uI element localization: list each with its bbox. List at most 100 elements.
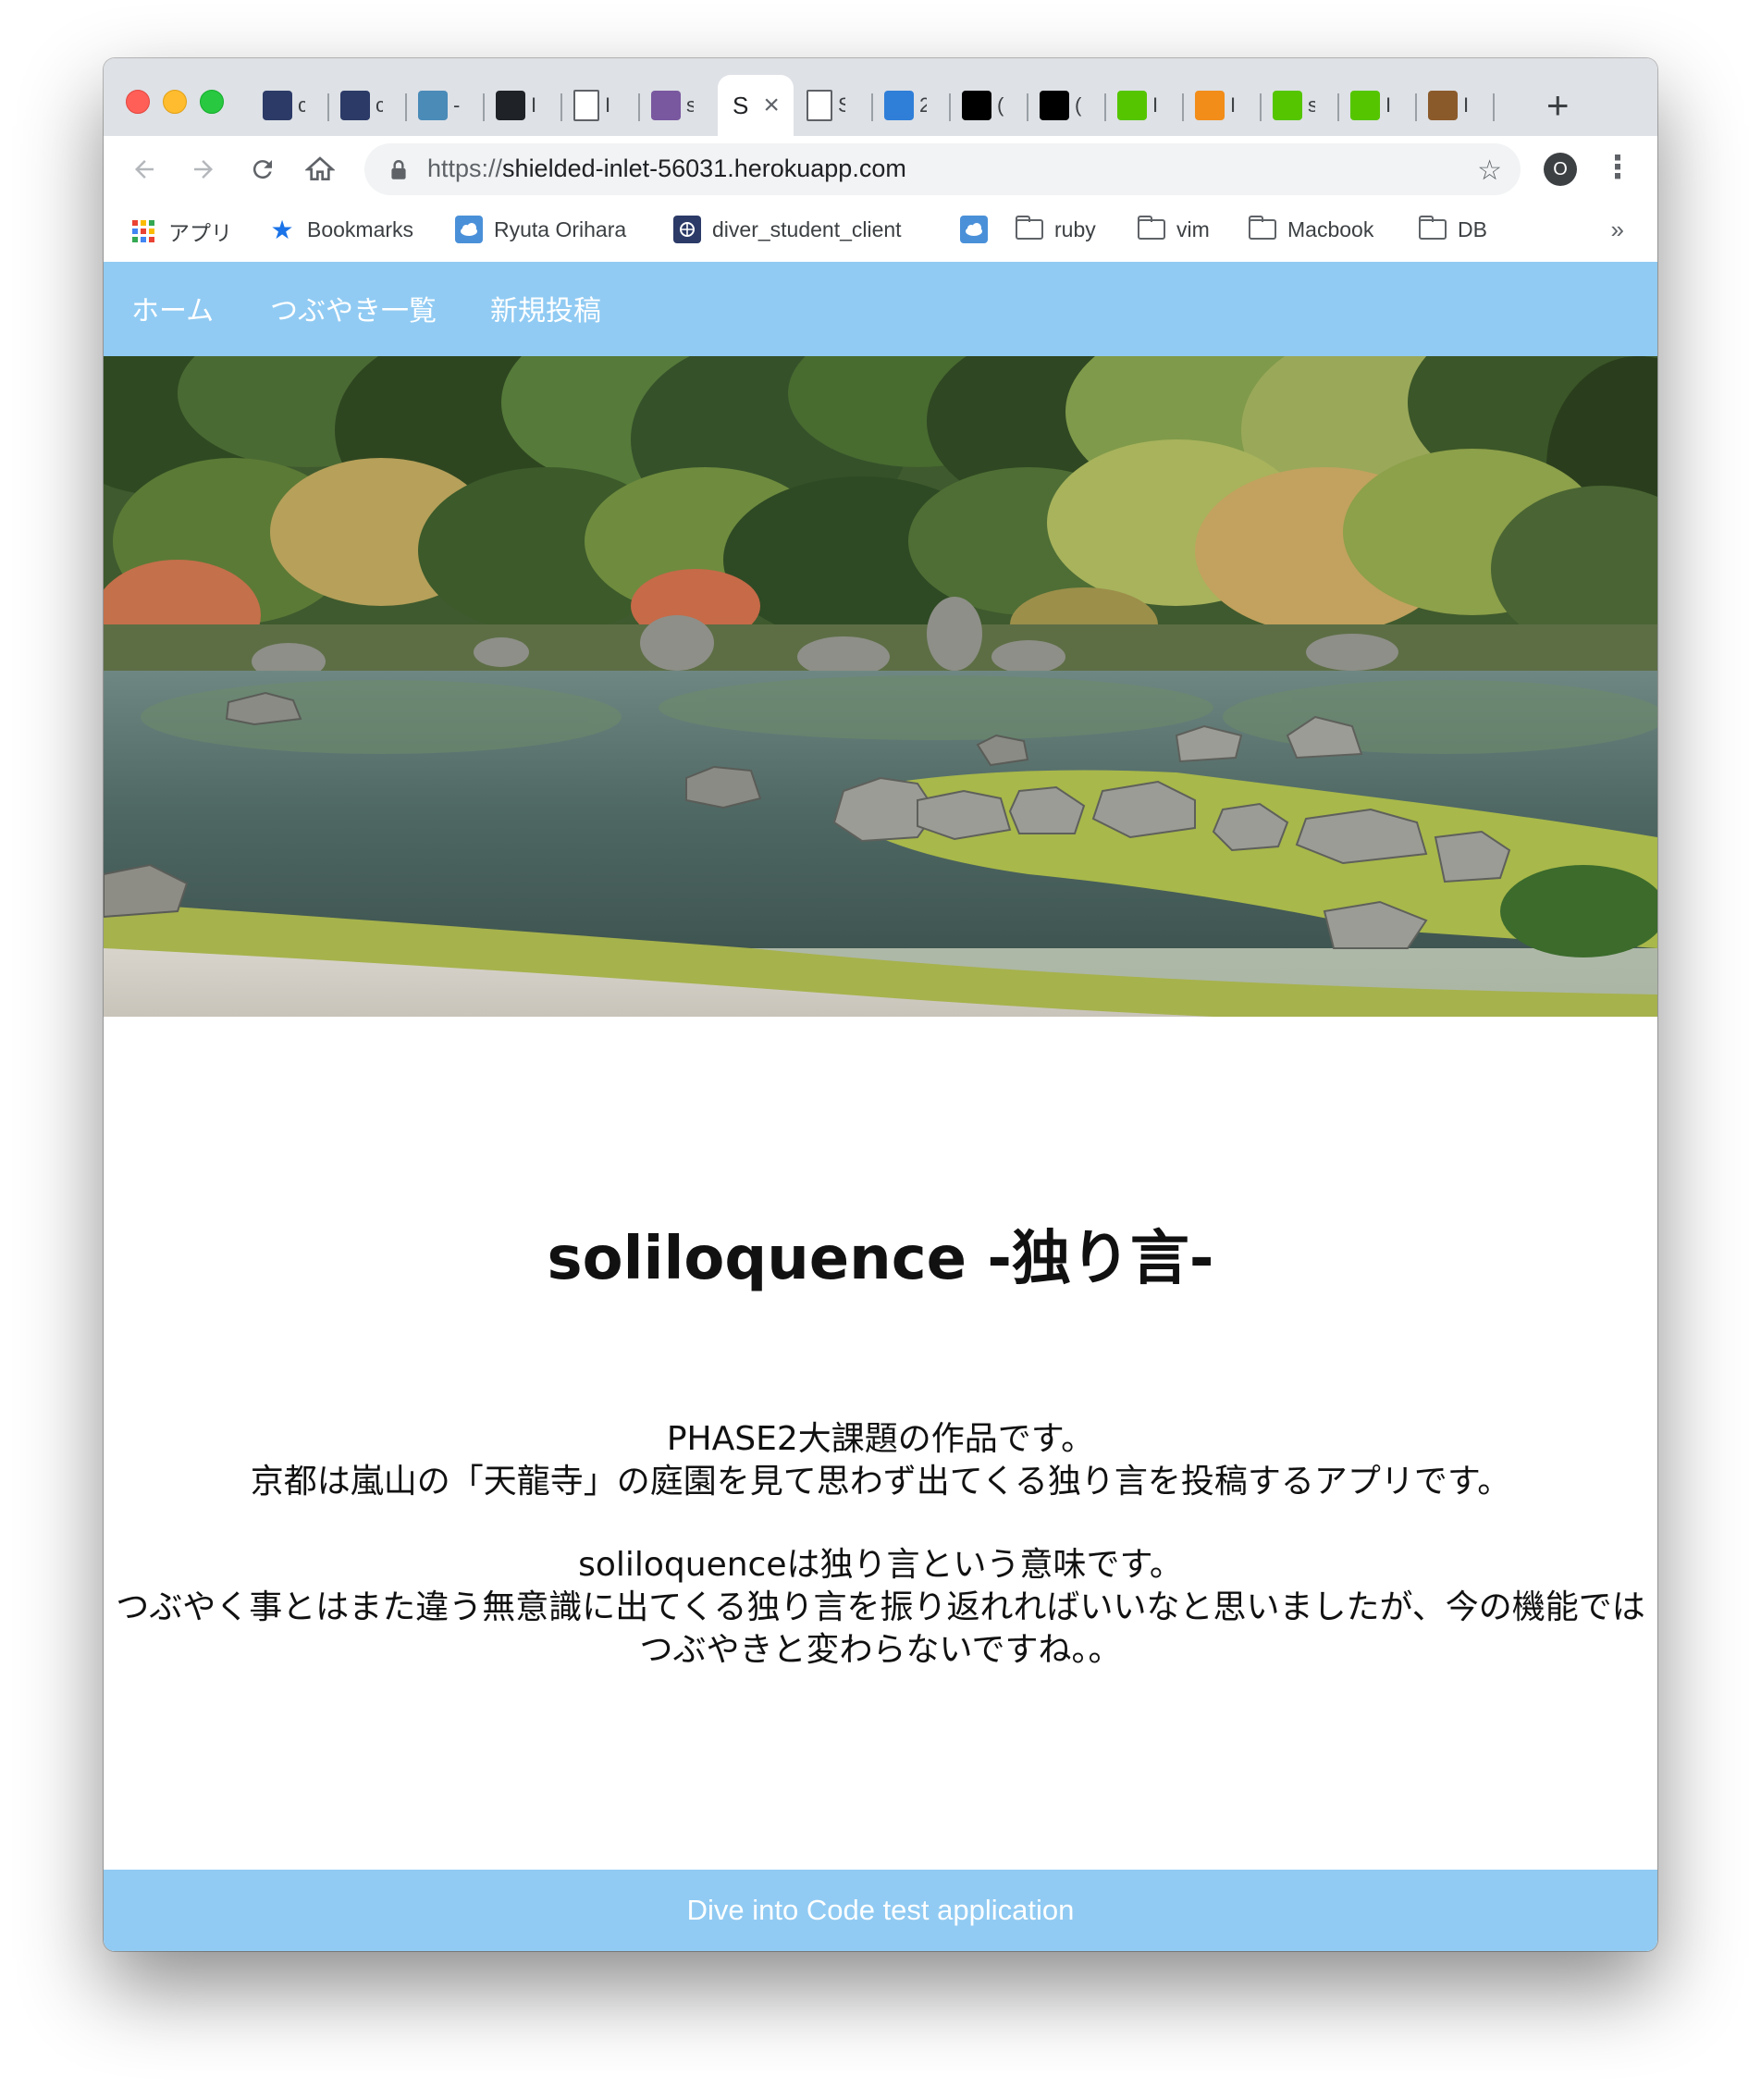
tab-title: ( — [1075, 93, 1082, 117]
tab-title: S — [838, 93, 845, 117]
folder-icon — [1016, 216, 1043, 243]
bookmark-label: Ryuta Orihara — [494, 216, 627, 241]
browser-tab[interactable]: ( — [951, 75, 1027, 136]
new-tab-button[interactable]: + — [1546, 86, 1570, 125]
browser-tab[interactable]: ( — [1028, 75, 1104, 136]
cloud-icon — [455, 216, 483, 243]
folder-icon — [1138, 216, 1165, 243]
tab-title: S — [733, 91, 749, 119]
v-icon — [1428, 91, 1458, 120]
home-button[interactable] — [296, 145, 344, 193]
browser-tab[interactable]: c — [252, 75, 327, 136]
description-line-2: 京都は嵐山の「天龍寺」の庭園を見て思わず出てくる独り言を投稿するアプリです。 — [250, 1463, 1511, 1501]
bookmark-macbook[interactable]: Macbook — [1249, 216, 1373, 243]
reload-icon — [252, 160, 272, 179]
browser-tab[interactable]: I — [485, 75, 560, 136]
cat-icon — [418, 91, 448, 120]
browser-tab[interactable]: s — [1262, 75, 1337, 136]
tab-title: I — [1230, 93, 1237, 117]
bookmark-label: DB — [1458, 216, 1487, 241]
tab-title: s — [686, 93, 694, 117]
site-footer: Dive into Code test application — [104, 1870, 1657, 1951]
qiita-icon — [1350, 91, 1380, 120]
reload-button[interactable] — [239, 145, 287, 193]
url-host: shielded-inlet-56031.herokuapp.com — [502, 154, 906, 182]
kebab-menu-icon[interactable]: ⋮ — [1602, 149, 1633, 186]
bookmark-ryuta[interactable]: Ryuta Orihara — [455, 216, 626, 243]
minimize-window-button[interactable] — [163, 90, 187, 114]
nav-link-home[interactable]: ホーム — [131, 288, 214, 328]
tab-title: I — [1463, 93, 1470, 117]
profile-avatar[interactable]: O — [1544, 153, 1577, 186]
bookmark-bookmarks[interactable]: ★ Bookmarks — [268, 215, 413, 244]
bookmark-diver[interactable]: diver_student_client — [673, 216, 902, 243]
cloud-icon — [960, 216, 988, 243]
bookmark-label: vim — [1176, 216, 1210, 241]
web-page: ホーム つぶやき一覧 新規投稿 soliloquence -独り言- PHASE… — [104, 262, 1657, 1951]
close-window-button[interactable] — [126, 90, 150, 114]
arrow-right-icon — [194, 160, 213, 179]
bookmark-label: アプリ — [168, 221, 232, 245]
l-icon — [1040, 91, 1069, 120]
bookmarks-overflow-button[interactable]: » — [1611, 216, 1624, 244]
address-bar[interactable]: https://shielded-inlet-56031.herokuapp.c… — [364, 143, 1521, 195]
tab-title: c — [298, 93, 305, 117]
tab-title: I — [531, 93, 537, 117]
tab-strip: c c - I Is S × S 2((I Is I I + — [104, 58, 1657, 136]
browser-toolbar: https://shielded-inlet-56031.herokuapp.c… — [104, 136, 1657, 203]
tab-title: I — [1385, 93, 1392, 117]
globe-icon — [263, 91, 292, 120]
browser-tab[interactable]: I — [1106, 75, 1182, 136]
browser-tab[interactable]: S × — [718, 75, 794, 136]
description-line-4: つぶやく事とはまた違う無意識に出てくる独り言を振り返れればいいなと思いましたが、… — [116, 1588, 1645, 1669]
close-tab-icon[interactable]: × — [763, 92, 780, 119]
forward-button[interactable] — [179, 145, 228, 193]
hatena-icon — [1195, 91, 1225, 120]
browser-tab[interactable]: c — [329, 75, 405, 136]
qiita-icon — [1117, 91, 1147, 120]
arrow-left-icon — [135, 160, 154, 179]
tab-title: ( — [997, 93, 1004, 117]
home-icon — [305, 156, 335, 180]
browser-tab[interactable]: 2 — [873, 75, 949, 136]
github-icon — [496, 91, 525, 120]
browser-tab[interactable]: I — [1339, 75, 1415, 136]
bookmark-apps[interactable]: アプリ — [129, 216, 232, 247]
heroku-icon — [651, 91, 681, 120]
browser-tab[interactable]: S — [795, 75, 871, 136]
browser-tab[interactable]: I — [1184, 75, 1260, 136]
site-navbar: ホーム つぶやき一覧 新規投稿 — [104, 262, 1657, 356]
tab-title: I — [1152, 93, 1159, 117]
bookmark-label: ruby — [1054, 216, 1096, 241]
lock-icon — [391, 160, 406, 179]
bookmark-vim[interactable]: vim — [1138, 216, 1210, 243]
tab-title: - — [453, 93, 461, 117]
bookmark-label: Macbook — [1287, 216, 1374, 241]
tab-title: I — [605, 93, 611, 117]
page-icon — [807, 90, 832, 121]
globe-icon — [673, 216, 701, 243]
bookmarks-bar: アプリ ★ Bookmarks Ryuta Orihara diver_stud… — [104, 203, 1657, 263]
back-button[interactable] — [120, 145, 168, 193]
bookmark-db[interactable]: DB — [1419, 216, 1487, 243]
folder-icon — [1249, 216, 1276, 243]
hero-garden-image — [104, 356, 1657, 1017]
tab-title: c — [376, 93, 383, 117]
description-line-3: soliloquenceは独り言という意味です。 — [578, 1546, 1183, 1584]
apps-icon — [129, 217, 157, 245]
browser-tab[interactable]: I — [1417, 75, 1493, 136]
browser-tab[interactable]: s — [640, 75, 716, 136]
browser-tab[interactable]: - — [407, 75, 483, 136]
maximize-window-button[interactable] — [200, 90, 224, 114]
bookmark-star-icon[interactable]: ☆ — [1477, 154, 1502, 187]
bookmark-cloud[interactable] — [960, 216, 999, 243]
colorful-icon — [884, 91, 914, 120]
nav-link-new-post[interactable]: 新規投稿 — [490, 288, 601, 328]
browser-tab[interactable]: I — [562, 75, 638, 136]
page-title: soliloquence -独り言- — [547, 1225, 1214, 1293]
star-icon: ★ — [270, 215, 294, 244]
nav-link-list[interactable]: つぶやき一覧 — [270, 288, 437, 328]
qiita-icon — [1273, 91, 1302, 120]
bookmark-ruby[interactable]: ruby — [1016, 216, 1096, 243]
tab-separator — [1493, 93, 1495, 121]
